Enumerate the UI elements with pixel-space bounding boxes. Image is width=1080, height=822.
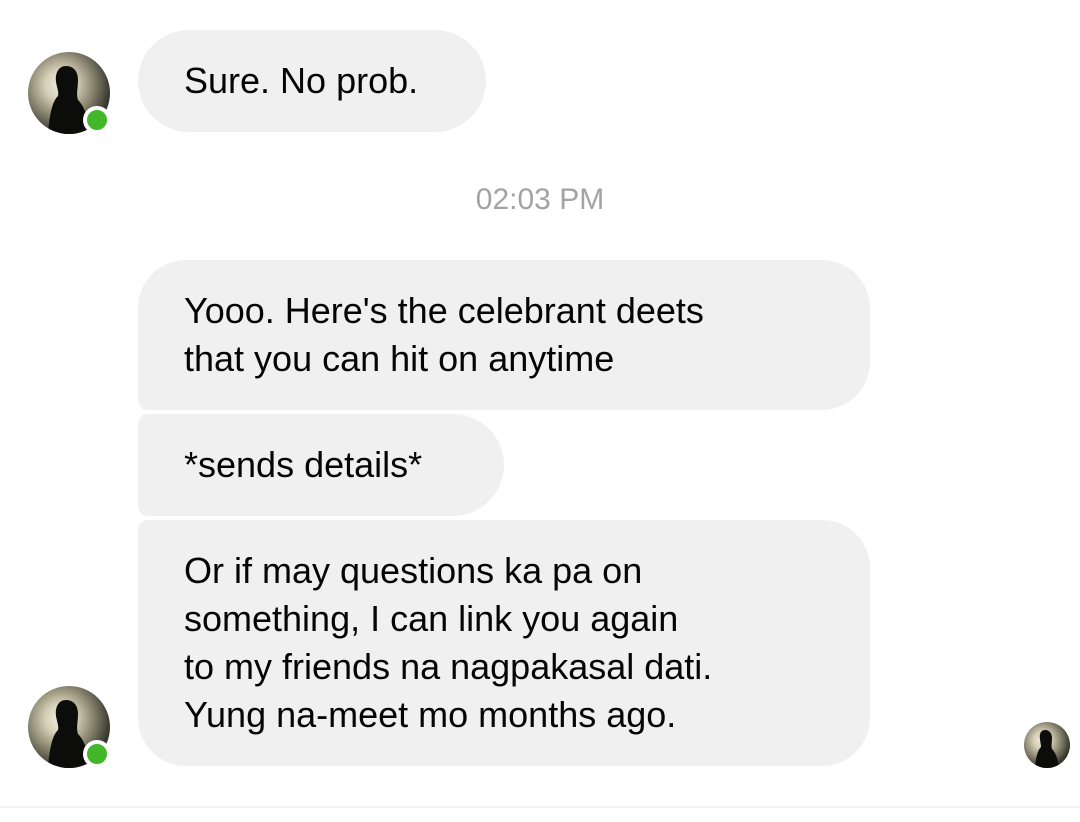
message-text: Or if may questions ka pa on something, …	[184, 550, 713, 735]
message-bubble[interactable]: Or if may questions ka pa on something, …	[138, 520, 870, 766]
message-bubble[interactable]: Sure. No prob.	[138, 30, 486, 132]
message-timestamp: 02:03 PM	[475, 183, 605, 216]
message-text: Yooo. Here's the celebrant deets that yo…	[184, 290, 704, 379]
message-text: Sure. No prob.	[184, 60, 419, 101]
chat-thread: Sure. No prob. 02:03 PM Yooo. Here's the…	[0, 0, 1080, 822]
online-status-dot-icon	[83, 740, 111, 768]
divider	[0, 806, 1080, 808]
message-bubble[interactable]: Yooo. Here's the celebrant deets that yo…	[138, 260, 870, 410]
seen-receipt-avatar-icon	[1024, 722, 1070, 768]
message-bubble[interactable]: *sends details*	[138, 414, 504, 516]
message-text: *sends details*	[184, 444, 423, 485]
online-status-dot-icon	[83, 106, 111, 134]
